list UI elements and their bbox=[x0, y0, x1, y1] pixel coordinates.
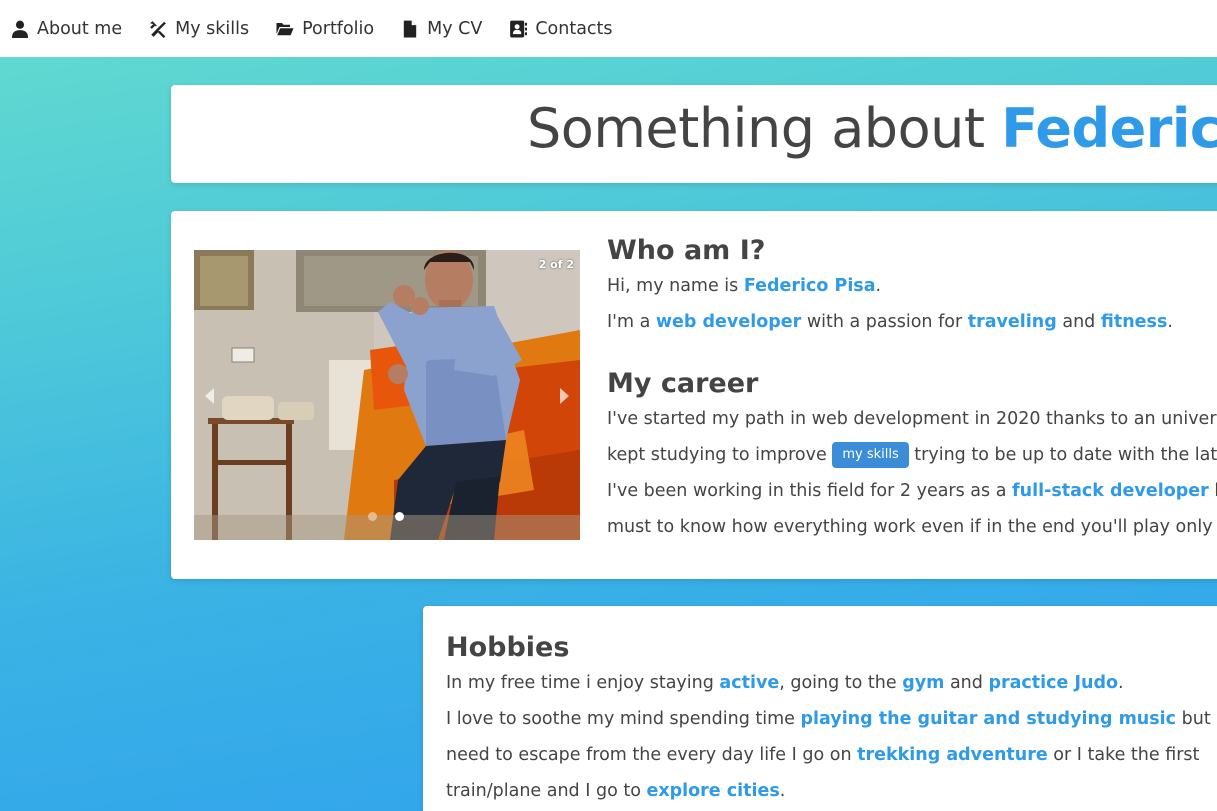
active-link[interactable]: active bbox=[719, 673, 779, 693]
carousel-dot-1[interactable] bbox=[368, 512, 377, 521]
text: . bbox=[779, 781, 786, 801]
text: and bbox=[1056, 312, 1101, 332]
fitness-link[interactable]: fitness bbox=[1101, 312, 1168, 332]
who-am-i-heading: Who am I? bbox=[607, 235, 766, 266]
text: Hi, my name is bbox=[607, 276, 744, 296]
text: I love to soothe my mind spending time bbox=[446, 709, 801, 729]
text: . bbox=[875, 276, 882, 296]
practice-judo-link[interactable]: practice Judo bbox=[988, 673, 1118, 693]
folder-open-icon bbox=[276, 22, 294, 35]
file-icon bbox=[403, 20, 417, 37]
text: but when i bbox=[1181, 709, 1217, 729]
page-title-prefix: Something about bbox=[527, 97, 1002, 160]
text: need to escape from the every day life I… bbox=[446, 745, 858, 765]
web-developer-link[interactable]: web developer bbox=[656, 312, 801, 332]
career-line-2: kept studying to improve my skills tryin… bbox=[607, 437, 1217, 473]
carousel-dot-2[interactable] bbox=[395, 512, 404, 521]
full-stack-developer-link[interactable]: full-stack developer bbox=[1012, 481, 1209, 501]
gym-link[interactable]: gym bbox=[902, 673, 944, 693]
passion-line: I'm a web developer with a passion for t… bbox=[607, 304, 1217, 340]
nav-about-me[interactable]: About me bbox=[11, 19, 122, 39]
text: or I take the first bbox=[1047, 745, 1200, 765]
text: train/plane and I go to bbox=[446, 781, 647, 801]
text: . bbox=[1118, 673, 1124, 693]
career-line-1: I've started my path in web development … bbox=[607, 409, 1217, 429]
text: , going to the bbox=[779, 673, 903, 693]
nav-my-cv[interactable]: My CV bbox=[401, 19, 482, 39]
tools-icon bbox=[150, 20, 166, 38]
career-line-3: I've been working in this field for 2 ye… bbox=[607, 473, 1217, 509]
about-card: 2 of 2 Who am I? Hi, my name is Federico… bbox=[171, 211, 1217, 579]
text: In my free time i enjoy staying bbox=[446, 673, 720, 693]
text: I'm a bbox=[607, 312, 656, 332]
title-card: Something about Federico bbox=[171, 85, 1217, 183]
nav-my-cv-label: My CV bbox=[427, 18, 483, 39]
text: with a passion for bbox=[801, 312, 968, 332]
career-line-4: must to know how everything work even if… bbox=[607, 517, 1217, 537]
page-title: Something about Federico bbox=[527, 97, 1217, 160]
my-skills-button[interactable]: my skills bbox=[832, 442, 909, 468]
hobbies-line-2: I love to soothe my mind spending time p… bbox=[446, 701, 1217, 737]
traveling-link[interactable]: traveling bbox=[968, 312, 1057, 332]
carousel-counter: 2 of 2 bbox=[538, 258, 574, 271]
trekking-adventure-link[interactable]: trekking adventure bbox=[857, 745, 1048, 765]
nav-portfolio-label: Portfolio bbox=[302, 18, 375, 39]
photo-carousel[interactable]: 2 of 2 bbox=[194, 250, 580, 540]
text: trying to be up to date with the latest … bbox=[914, 445, 1217, 465]
address-book-icon bbox=[510, 20, 528, 37]
text: . bbox=[1167, 312, 1173, 332]
hobbies-line-3: need to escape from the every day life I… bbox=[446, 737, 1217, 773]
carousel-next-arrow[interactable] bbox=[560, 388, 569, 404]
text: kept studying to improve bbox=[607, 445, 833, 465]
nav-my-skills-label: My skills bbox=[175, 18, 250, 39]
hobbies-line-1: In my free time i enjoy staying active, … bbox=[446, 665, 1217, 701]
about-text: Who am I? Hi, my name is Federico Pisa. … bbox=[607, 235, 1217, 545]
carousel-prev-arrow[interactable] bbox=[205, 388, 214, 404]
hobbies-line-4: train/plane and I go to explore cities. bbox=[446, 773, 1217, 809]
nav-my-skills[interactable]: My skills bbox=[149, 19, 249, 39]
nav-contacts-label: Contacts bbox=[535, 18, 613, 39]
top-navbar: About me My skills Portfolio My CV Conta… bbox=[0, 0, 1217, 57]
text: and bbox=[944, 673, 989, 693]
guitar-music-link[interactable]: playing the guitar and studying music bbox=[800, 709, 1176, 729]
intro-line: Hi, my name is Federico Pisa. bbox=[607, 268, 1217, 304]
hobbies-text: Hobbies In my free time i enjoy staying … bbox=[446, 632, 1217, 809]
explore-cities-link[interactable]: explore cities bbox=[646, 781, 779, 801]
user-icon bbox=[11, 20, 29, 38]
nav-contacts[interactable]: Contacts bbox=[509, 18, 613, 39]
carousel-indicators bbox=[368, 512, 422, 521]
hobbies-heading: Hobbies bbox=[446, 632, 570, 663]
profile-photo bbox=[194, 250, 580, 540]
text: I've been working in this field for 2 ye… bbox=[607, 481, 1012, 501]
my-career-heading: My career bbox=[607, 368, 759, 399]
nav-about-me-label: About me bbox=[37, 18, 123, 39]
text: becau bbox=[1209, 481, 1217, 501]
hobbies-card: Hobbies In my free time i enjoy staying … bbox=[423, 606, 1217, 811]
name-link[interactable]: Federico Pisa bbox=[744, 276, 876, 296]
nav-portfolio[interactable]: Portfolio bbox=[276, 19, 374, 39]
page-title-name: Federico bbox=[1001, 97, 1217, 160]
